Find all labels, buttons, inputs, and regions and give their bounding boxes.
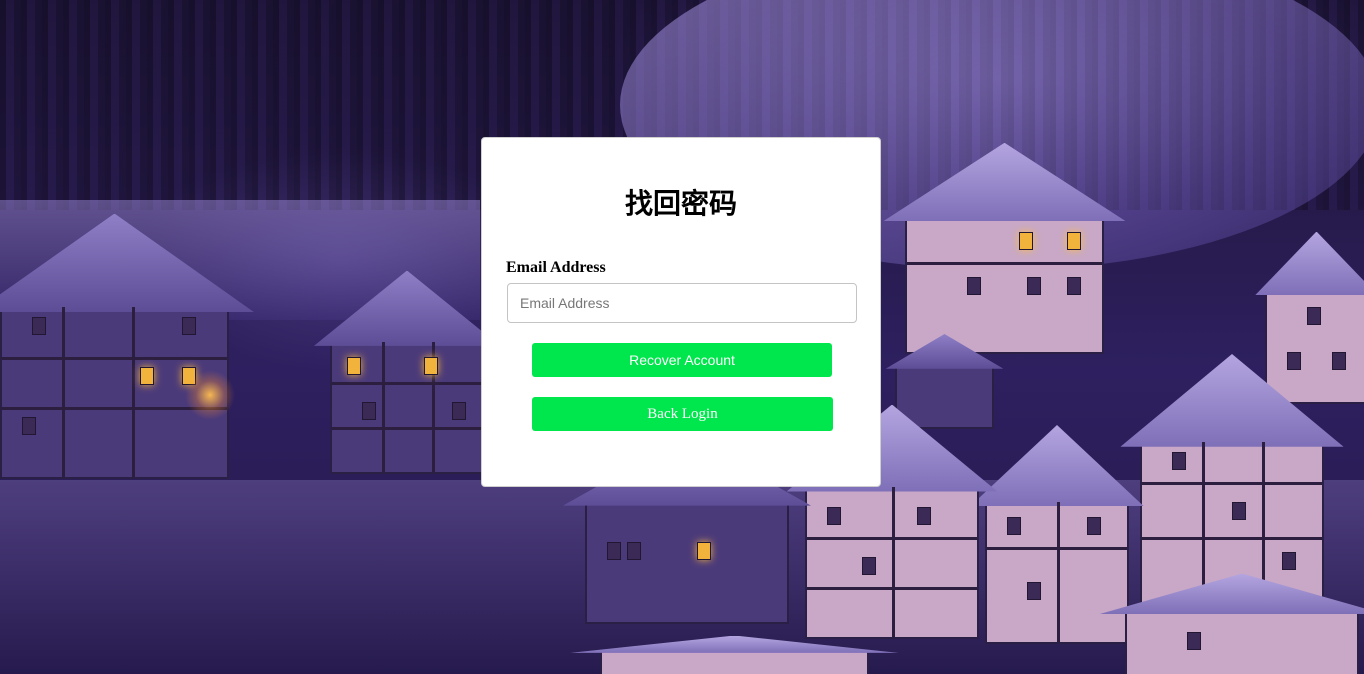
house-right-1 <box>905 215 1104 354</box>
email-label: Email Address <box>506 259 606 276</box>
house-right-5 <box>985 500 1129 644</box>
back-login-button[interactable]: Back Login <box>532 397 833 431</box>
house-right-3 <box>1265 290 1364 404</box>
recover-card: 找回密码 Email Address Recover Account Back … <box>481 137 881 487</box>
house-center-bottom <box>805 485 979 639</box>
house-bottom-roof <box>600 650 869 674</box>
house-left-2 <box>330 340 484 474</box>
house-bottom-right <box>1125 610 1359 674</box>
recover-account-button[interactable]: Recover Account <box>532 343 832 377</box>
street-lamp-glow <box>185 370 235 420</box>
email-input[interactable] <box>507 283 857 323</box>
page-title: 找回密码 <box>624 187 737 220</box>
house-center-low <box>585 500 789 624</box>
